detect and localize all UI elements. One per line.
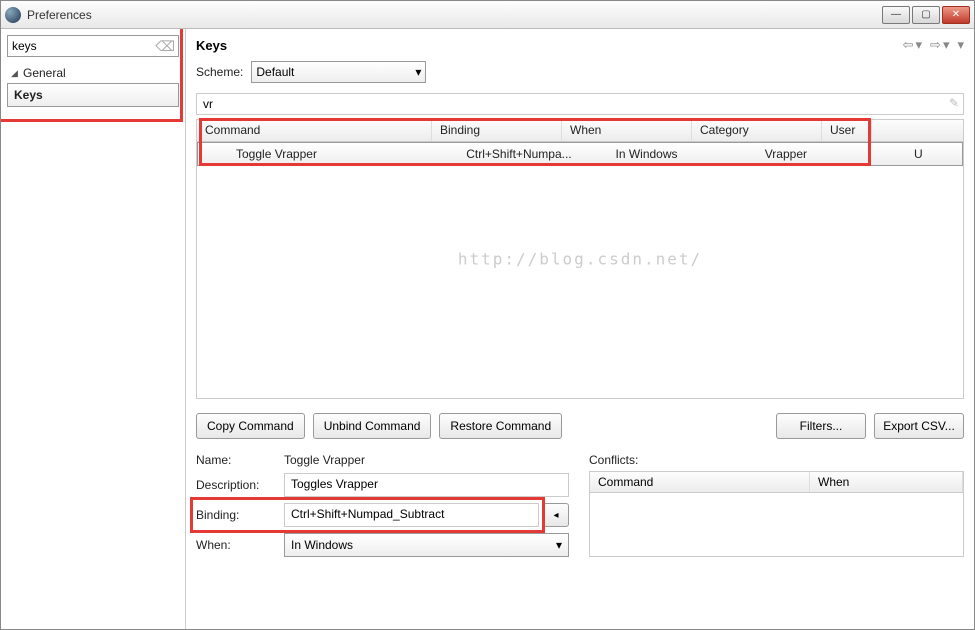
col-user[interactable]: User	[822, 120, 872, 141]
description-label: Description:	[196, 478, 284, 492]
scheme-select[interactable]: Default ▾	[251, 61, 426, 83]
conflicts-col-when[interactable]: When	[810, 472, 963, 492]
conflicts-header: Command When	[589, 471, 964, 493]
when-select[interactable]: In Windows ▾	[284, 533, 569, 557]
body: ⌫ ◢ General Keys Keys ⇦ ▾ ⇨	[1, 29, 974, 629]
edit-icon[interactable]: ✎	[949, 96, 959, 110]
page-title: Keys	[196, 38, 903, 53]
when-value: In Windows	[291, 538, 353, 552]
restore-command-button[interactable]: Restore Command	[439, 413, 562, 439]
cell-command: Toggle Vrapper	[204, 144, 439, 164]
eclipse-icon	[5, 7, 21, 23]
sidebar-search-input[interactable]	[7, 35, 179, 57]
scheme-value: Default	[256, 65, 294, 79]
name-value: Toggle Vrapper	[284, 453, 569, 467]
forward-icon[interactable]: ⇨	[930, 37, 941, 53]
clear-search-icon[interactable]: ⌫	[155, 38, 175, 55]
details-form: Name: Toggle Vrapper Description: Toggle…	[196, 453, 569, 557]
expand-icon[interactable]: ◢	[11, 68, 23, 79]
col-category[interactable]: Category	[692, 120, 822, 141]
table-row[interactable]: Toggle Vrapper Ctrl+Shift+Numpa... In Wi…	[197, 142, 963, 166]
sidebar: ⌫ ◢ General Keys	[1, 29, 186, 629]
col-binding[interactable]: Binding	[432, 120, 562, 141]
table-header: Command Binding When Category User	[197, 120, 963, 142]
copy-command-button[interactable]: Copy Command	[196, 413, 305, 439]
col-when[interactable]: When	[562, 120, 692, 141]
menu-dropdown-icon[interactable]: ▾	[957, 37, 964, 53]
col-command[interactable]: Command	[197, 120, 432, 141]
page-header: Keys ⇦ ▾ ⇨ ▾ ▾	[196, 37, 964, 53]
scheme-label: Scheme:	[196, 65, 243, 79]
conflicts-col-command[interactable]: Command	[590, 472, 810, 492]
tree-item-general[interactable]: ◢ General	[7, 63, 179, 83]
close-button[interactable]: ✕	[942, 6, 970, 24]
tree-item-label: Keys	[14, 88, 43, 102]
preferences-tree: ◢ General Keys	[7, 63, 179, 107]
maximize-button[interactable]: ▢	[912, 6, 940, 24]
export-csv-button[interactable]: Export CSV...	[874, 413, 964, 439]
conflicts-label: Conflicts:	[589, 453, 964, 467]
scheme-row: Scheme: Default ▾	[196, 61, 964, 83]
chevron-down-icon: ▾	[415, 65, 421, 79]
description-input[interactable]: Toggles Vrapper	[284, 473, 569, 497]
conflicts-body	[589, 493, 964, 557]
cell-binding: Ctrl+Shift+Numpa...	[458, 144, 588, 164]
binding-scroll-button[interactable]: ◂	[543, 503, 569, 527]
tree-item-label: General	[23, 66, 66, 80]
bindings-table: Command Binding When Category User Toggl…	[196, 119, 964, 399]
chevron-down-icon: ▾	[556, 538, 562, 552]
sidebar-search: ⌫	[7, 35, 179, 57]
command-buttons-row: Copy Command Unbind Command Restore Comm…	[196, 413, 964, 439]
cell-category: Vrapper	[757, 144, 887, 164]
binding-label: Binding:	[196, 508, 284, 522]
binding-input[interactable]: Ctrl+Shift+Numpad_Subtract	[284, 503, 539, 527]
preferences-window: Preferences — ▢ ✕ ⌫ ◢ General Keys	[0, 0, 975, 630]
titlebar: Preferences — ▢ ✕	[1, 1, 974, 29]
main-panel: Keys ⇦ ▾ ⇨ ▾ ▾ Scheme: Default ▾	[186, 29, 974, 629]
details-section: Name: Toggle Vrapper Description: Toggle…	[196, 453, 964, 557]
back-icon[interactable]: ⇦	[903, 37, 914, 53]
cell-when: In Windows	[608, 144, 738, 164]
window-buttons: — ▢ ✕	[882, 6, 970, 24]
window-title: Preferences	[27, 8, 882, 22]
filters-button[interactable]: Filters...	[776, 413, 866, 439]
tree-item-keys[interactable]: Keys	[7, 83, 179, 107]
when-label: When:	[196, 538, 284, 552]
nav-arrows: ⇦ ▾ ⇨ ▾ ▾	[903, 37, 964, 53]
conflicts-panel: Conflicts: Command When	[589, 453, 964, 557]
dropdown-icon[interactable]: ▾	[943, 37, 950, 53]
cell-user: U	[906, 144, 956, 164]
watermark-text: http://blog.csdn.net/	[458, 250, 702, 269]
minimize-button[interactable]: —	[882, 6, 910, 24]
unbind-command-button[interactable]: Unbind Command	[313, 413, 432, 439]
name-label: Name:	[196, 453, 284, 467]
filter-box: ✎	[196, 93, 964, 115]
filter-input[interactable]	[201, 96, 941, 112]
dropdown-icon[interactable]: ▾	[916, 37, 923, 53]
